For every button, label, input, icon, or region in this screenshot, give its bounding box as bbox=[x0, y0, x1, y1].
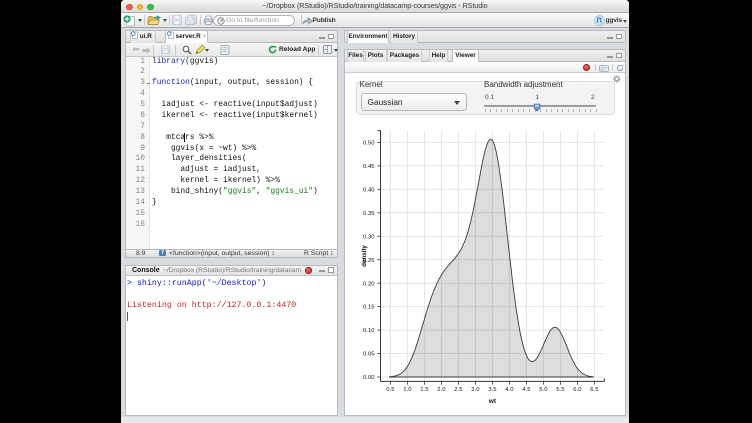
svg-text:0.50: 0.50 bbox=[363, 141, 375, 147]
svg-text:4.5: 4.5 bbox=[522, 387, 531, 393]
svg-text:5.5: 5.5 bbox=[556, 387, 565, 393]
svg-text:4.0: 4.0 bbox=[505, 387, 514, 393]
svg-text:3.5: 3.5 bbox=[488, 387, 497, 393]
svg-text:0.10: 0.10 bbox=[363, 328, 375, 334]
svg-text:2.0: 2.0 bbox=[437, 387, 446, 393]
svg-text:0.5: 0.5 bbox=[386, 387, 395, 393]
svg-text:0.20: 0.20 bbox=[363, 281, 375, 287]
svg-text:3.0: 3.0 bbox=[471, 387, 480, 393]
svg-text:0.45: 0.45 bbox=[363, 164, 375, 170]
svg-text:2.5: 2.5 bbox=[454, 387, 463, 393]
svg-text:0.40: 0.40 bbox=[363, 187, 375, 193]
svg-text:0.05: 0.05 bbox=[363, 352, 375, 358]
svg-text:density: density bbox=[361, 245, 368, 267]
svg-text:0.15: 0.15 bbox=[363, 305, 375, 311]
svg-text:0.00: 0.00 bbox=[363, 375, 375, 381]
svg-text:0.35: 0.35 bbox=[363, 211, 375, 217]
svg-text:1.0: 1.0 bbox=[403, 387, 412, 393]
svg-text:6.5: 6.5 bbox=[590, 387, 599, 393]
svg-text:1.5: 1.5 bbox=[420, 387, 429, 393]
svg-text:wt: wt bbox=[488, 398, 497, 405]
svg-text:0.30: 0.30 bbox=[363, 234, 375, 240]
svg-text:5.0: 5.0 bbox=[539, 387, 548, 393]
svg-text:6.0: 6.0 bbox=[573, 387, 582, 393]
